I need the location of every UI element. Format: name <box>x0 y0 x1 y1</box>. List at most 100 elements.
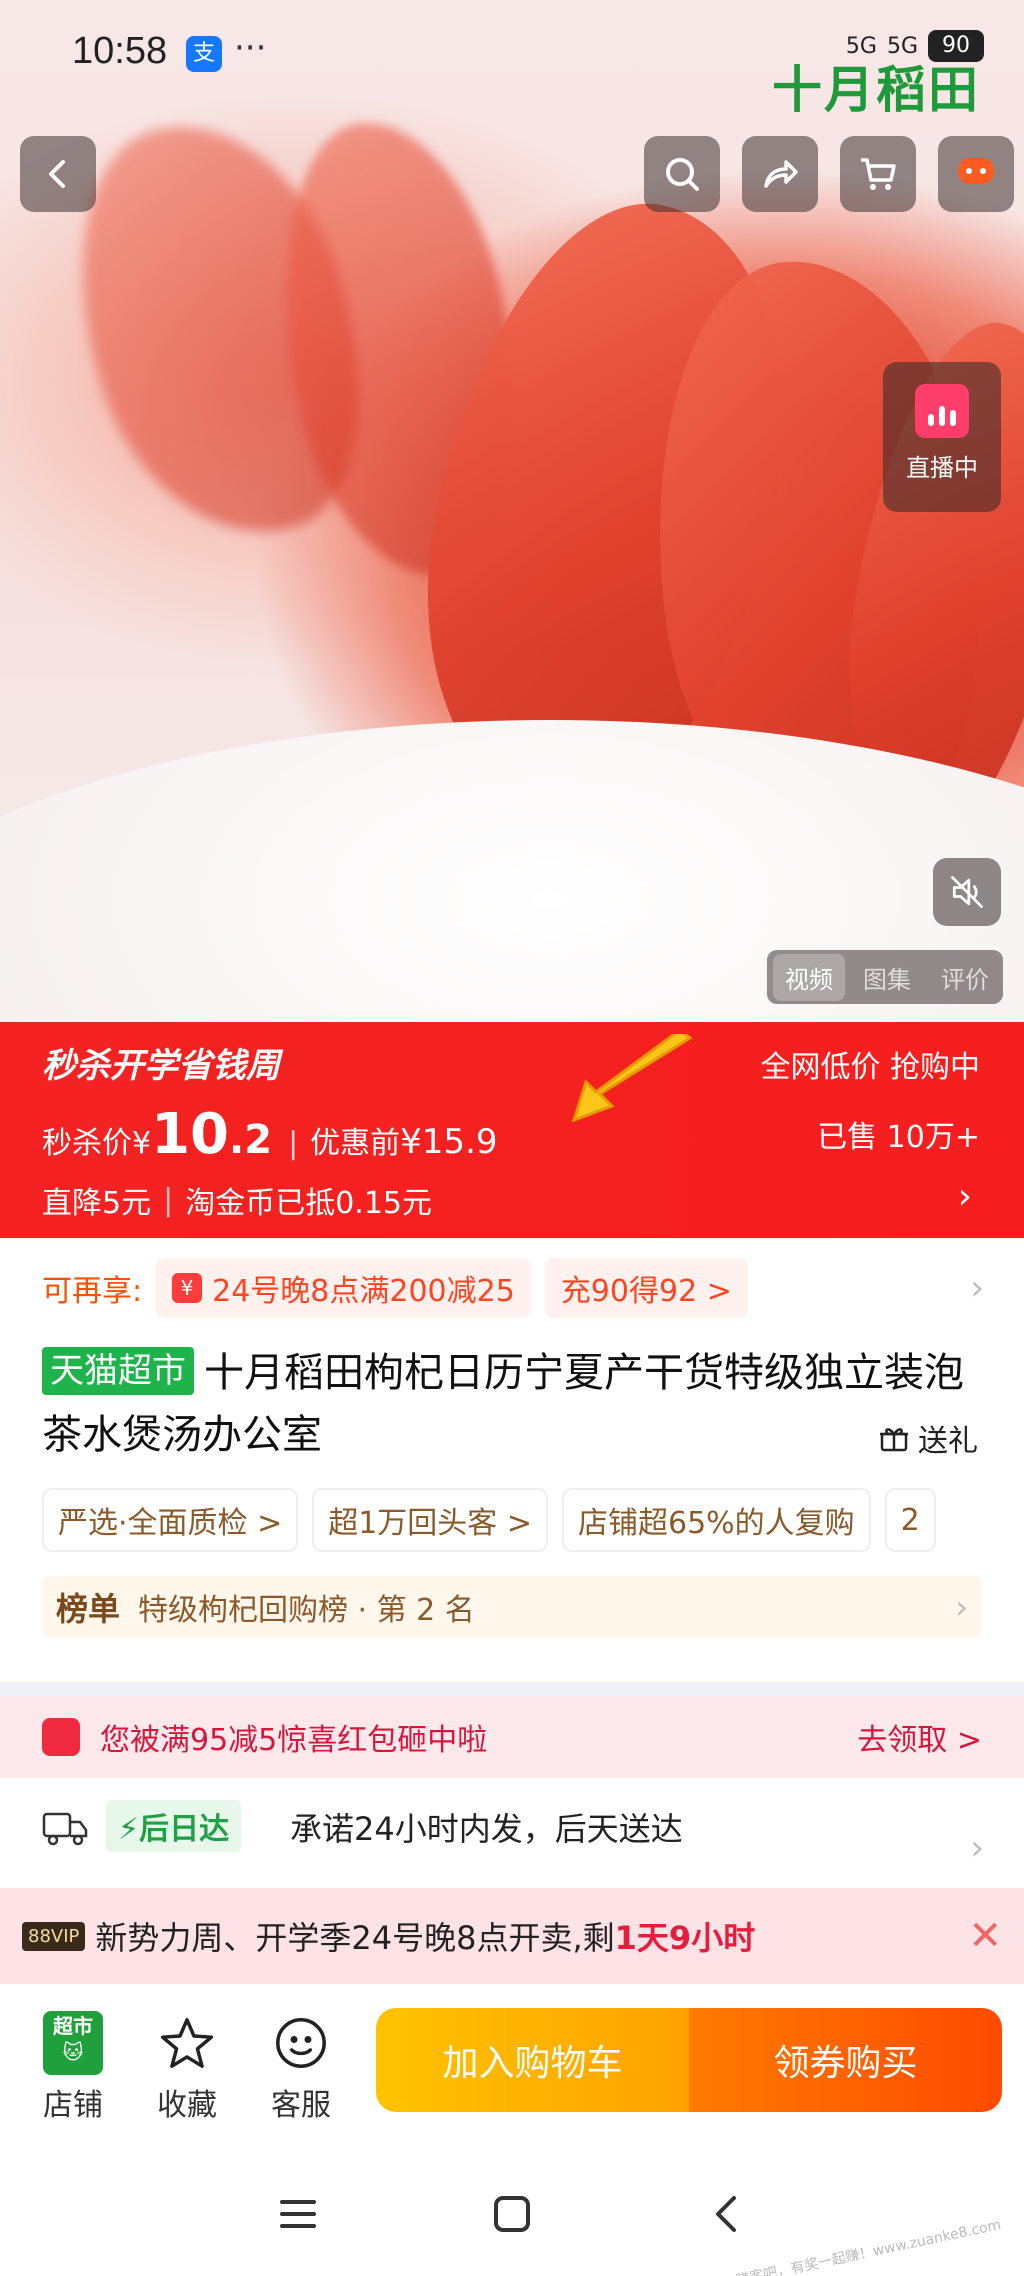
lowest-price-label: 全网低价 抢购中 <box>760 1050 980 1085</box>
watermark: 赚客吧，有奖一起赚！www.zuanke8.com <box>734 2217 1003 2276</box>
star-icon <box>160 2018 214 2068</box>
status-time: 10:58 <box>72 30 168 72</box>
gift-button[interactable]: 送礼 <box>878 1416 978 1460</box>
buy-now-button[interactable]: 领券购买 <box>689 2008 1002 2112</box>
product-video-hero[interactable]: 10:58 支 ··· 5G 5G 90 十月稻田 直播中 视频 图集 评价 <box>0 0 1024 1022</box>
menu-button[interactable] <box>268 2184 328 2244</box>
delivery-row[interactable]: ⚡后日达 承诺24小时内发，后天送达 › <box>0 1778 1024 1888</box>
delivery-tag-text: 后日达 <box>139 1812 230 1847</box>
delivery-text: 承诺24小时内发，后天送达 <box>290 1810 683 1848</box>
coin-text: 淘金币已抵0.15元 <box>185 1186 432 1221</box>
customer-service-button[interactable]: 客服 <box>256 2010 346 2124</box>
flash-price: 10.2 <box>151 1102 272 1167</box>
coupon-item[interactable]: 充90得92 > <box>544 1258 748 1318</box>
alipay-icon: 支 <box>186 36 222 72</box>
gift-icon <box>880 1428 908 1452</box>
delivery-tag: ⚡后日达 <box>106 1800 242 1852</box>
chevron-right-icon: › <box>957 1176 972 1217</box>
feature-tag[interactable]: 超1万回头客 > <box>312 1488 548 1552</box>
coupon-text: 24号晚8点满200减25 <box>212 1274 515 1309</box>
countdown-text: 1天9小时 <box>614 1919 756 1957</box>
gift-label: 送礼 <box>918 1424 978 1459</box>
cart-button[interactable] <box>840 136 916 212</box>
chevron-right-icon: › <box>955 1588 968 1626</box>
divider <box>0 1682 1024 1696</box>
more-button[interactable] <box>938 136 1014 212</box>
store-tag: 天猫超市 <box>42 1347 194 1395</box>
claim-button[interactable]: 去领取 > <box>857 1715 982 1759</box>
system-back-button[interactable] <box>698 2184 758 2244</box>
cart-icon <box>861 158 896 190</box>
lightning-icon: ⚡ <box>118 1812 140 1847</box>
truck-icon <box>42 1812 88 1846</box>
search-button[interactable] <box>644 136 720 212</box>
brand-logo: 十月稻田 <box>772 61 980 119</box>
more-icon <box>958 158 994 184</box>
red-packet-icon <box>42 1718 80 1756</box>
favorite-icon-wrap <box>142 2010 232 2076</box>
sold-count: 已售 10万+ <box>817 1120 980 1155</box>
feature-tag[interactable]: 2 <box>884 1488 936 1552</box>
shop-label: 店铺 <box>43 2088 103 2123</box>
more-dots-icon: ··· <box>234 28 267 68</box>
share-icon <box>764 160 798 188</box>
back-icon <box>49 160 65 188</box>
tab-gallery[interactable]: 图集 <box>851 954 923 1001</box>
coupon-item[interactable]: ¥ 24号晚8点满200减25 <box>156 1258 531 1318</box>
service-icon <box>276 2018 326 2068</box>
feature-tag[interactable]: 店铺超65%的人复购 <box>561 1488 871 1552</box>
sale-notice-bar: 88VIP 新势力周、开学季24号晚8点开卖,剩1天9小时 ✕ <box>0 1888 1024 1984</box>
tab-reviews[interactable]: 评价 <box>929 954 1001 1001</box>
feature-tag[interactable]: 严选·全面质检 > <box>42 1488 299 1552</box>
ranking-row[interactable]: 榜单 特级枸杞回购榜 · 第 2 名 › <box>42 1576 982 1638</box>
shop-icon-wrap: 超市 🐱 <box>28 2010 118 2076</box>
vip-badge: 88VIP <box>22 1921 86 1951</box>
bottom-action-bar: 超市 🐱 店铺 收藏 客服 加入购物车 领券购买 <box>0 1984 1024 2144</box>
flash-sale-banner[interactable]: 秒杀开学省钱周 全网低价 抢购中 秒杀价 ¥ 10.2 | 优惠前 ¥15.9 … <box>0 1022 1024 1238</box>
shop-button[interactable]: 超市 🐱 店铺 <box>28 2010 118 2124</box>
coupon-icon: ¥ <box>172 1273 203 1303</box>
media-tabs: 视频 图集 评价 <box>767 950 1003 1004</box>
red-packet-text: 您被满95减5惊喜红包砸中啦 <box>100 1723 488 1758</box>
tmall-shop-icon: 超市 🐱 <box>43 2011 103 2075</box>
chevron-right-icon: › <box>970 1828 984 1868</box>
favorite-button[interactable]: 收藏 <box>142 2010 232 2124</box>
feature-tags: 严选·全面质检 > 超1万回头客 > 店铺超65%的人复购 2 <box>42 1488 982 1552</box>
chevron-right-icon: › <box>970 1268 984 1308</box>
notice-text: 新势力周、开学季24号晚8点开卖,剩1天9小时 <box>95 1913 755 1959</box>
back-button[interactable] <box>20 136 96 212</box>
service-icon-wrap <box>256 2010 346 2076</box>
ranking-text: 特级枸杞回购榜 · 第 2 名 <box>138 1593 475 1628</box>
red-packet-row[interactable]: 您被满95减5惊喜红包砸中啦 去领取 > <box>0 1696 1024 1778</box>
system-nav-bar: 赚客吧，有奖一起赚！www.zuanke8.com <box>0 2144 1024 2276</box>
speaker-muted-icon <box>951 876 983 908</box>
price-decimal: .2 <box>229 1117 273 1163</box>
flash-price-label: 秒杀价 <box>42 1126 132 1161</box>
shop-badge: 超市 <box>53 2014 93 2038</box>
separator: | <box>288 1126 299 1161</box>
arrow-icon <box>571 1034 693 1123</box>
add-to-cart-button[interactable]: 加入购物车 <box>376 2008 689 2112</box>
promo-details: 直降5元 | 淘金币已抵0.15元 <box>42 1178 432 1222</box>
price-integer: 10 <box>151 1102 230 1167</box>
share-button[interactable] <box>742 136 818 212</box>
close-icon[interactable]: ✕ <box>968 1913 1002 1959</box>
coupon-row[interactable]: 可再享: ¥ 24号晚8点满200减25 充90得92 > <box>42 1258 748 1318</box>
menu-icon <box>280 2200 316 2228</box>
separator: | <box>163 1182 174 1218</box>
product-title: 天猫超市 十月稻田枸杞日历宁夏产干货特级独立装泡茶水煲汤办公室 <box>42 1342 982 1466</box>
live-icon <box>915 384 969 438</box>
notice-message: 新势力周、开学季24号晚8点开卖,剩 <box>95 1919 615 1957</box>
purchase-buttons: 加入购物车 领券购买 <box>376 2008 1002 2112</box>
product-page: 10:58 支 ··· 5G 5G 90 十月稻田 直播中 视频 图集 评价 秒… <box>0 0 1024 2276</box>
tab-video[interactable]: 视频 <box>773 953 845 1001</box>
orig-price-label: 优惠前 <box>310 1126 401 1161</box>
mute-button[interactable] <box>933 858 1001 926</box>
ranking-badge: 榜单 <box>56 1590 121 1628</box>
live-label: 直播中 <box>906 454 978 482</box>
live-entry[interactable]: 直播中 <box>883 362 1001 512</box>
home-button[interactable] <box>482 2184 542 2244</box>
discount-text: 直降5元 <box>42 1186 152 1221</box>
search-icon <box>666 158 699 191</box>
orig-price: ¥15.9 <box>400 1122 498 1162</box>
